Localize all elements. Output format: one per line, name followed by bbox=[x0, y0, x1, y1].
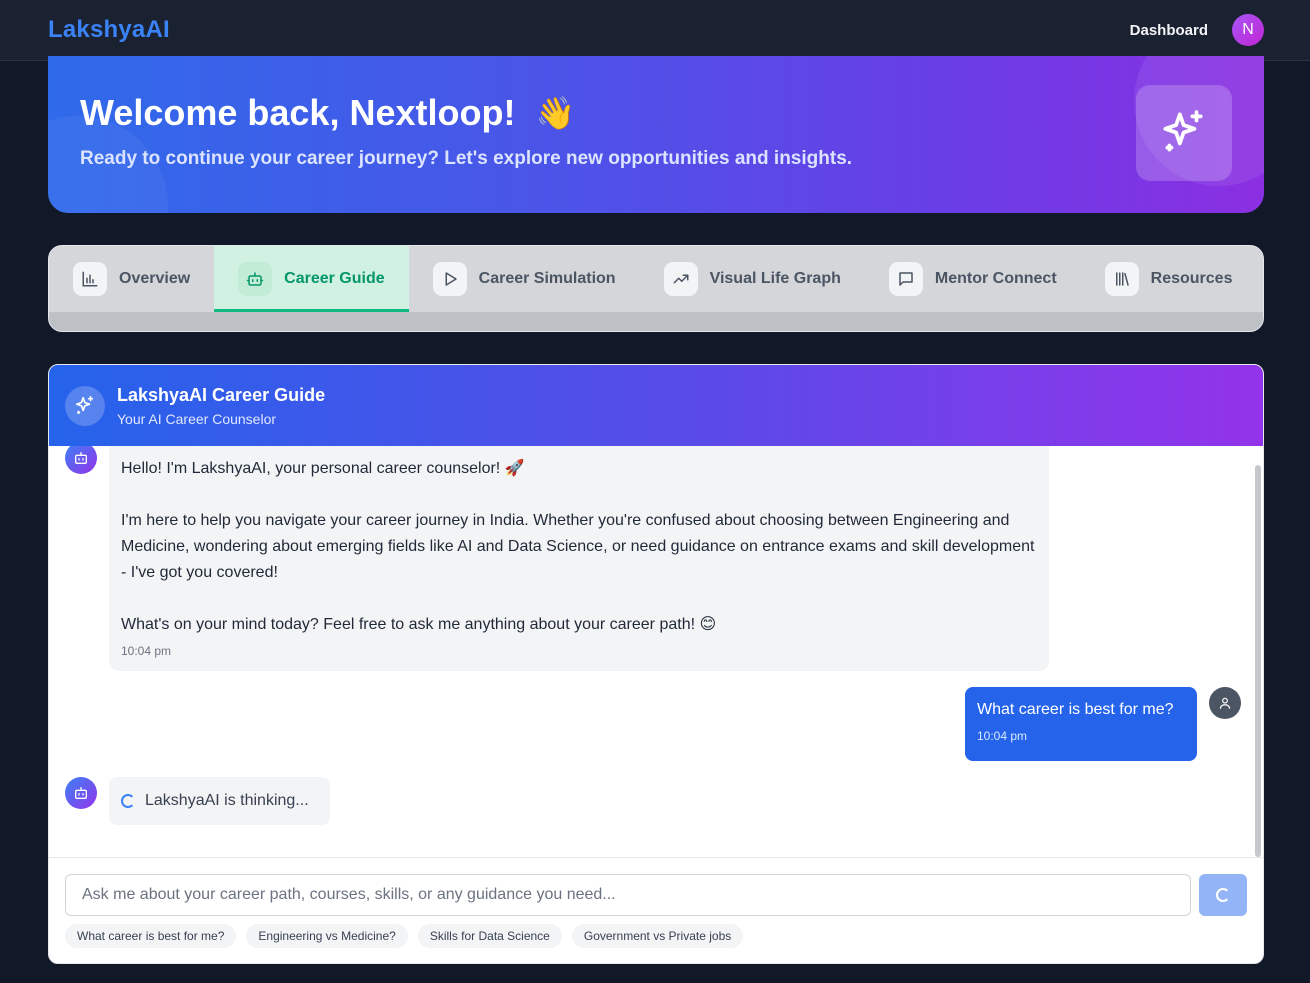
chat-header: LakshyaAI Career Guide Your AI Career Co… bbox=[49, 365, 1263, 446]
trending-up-icon bbox=[663, 262, 698, 296]
thinking-indicator: LakshyaAI is thinking... bbox=[109, 777, 330, 825]
message-square-icon bbox=[888, 262, 923, 296]
message-timestamp: 10:04 pm bbox=[977, 729, 1028, 743]
chat-composer: What career is best for me? Engineering … bbox=[49, 857, 1263, 963]
message-text: I'm here to help you navigate your caree… bbox=[121, 512, 1035, 581]
tab-mentor-connect[interactable]: Mentor Connect bbox=[865, 246, 1081, 312]
bot-icon bbox=[238, 262, 273, 296]
message-list[interactable]: Hello! I'm LakshyaAI, your personal care… bbox=[49, 446, 1263, 857]
nav-right: Dashboard N bbox=[1130, 14, 1264, 46]
sparkles-icon bbox=[1136, 85, 1232, 181]
top-navbar: LakshyaAI Dashboard N bbox=[0, 0, 1310, 61]
chat-title: LakshyaAI Career Guide bbox=[117, 384, 326, 405]
suggestion-chip[interactable]: Government vs Private jobs bbox=[571, 924, 744, 948]
bot-icon bbox=[65, 446, 97, 474]
tab-label: Mentor Connect bbox=[934, 270, 1057, 287]
bot-icon bbox=[65, 777, 97, 809]
suggestion-chip[interactable]: Engineering vs Medicine? bbox=[246, 924, 408, 948]
tab-label: Career Guide bbox=[284, 270, 385, 287]
thinking-text: LakshyaAI is thinking... bbox=[145, 792, 309, 809]
tab-visual-life-graph[interactable]: Visual Life Graph bbox=[640, 246, 865, 312]
loading-spinner-icon bbox=[1216, 888, 1230, 902]
user-avatar[interactable]: N bbox=[1232, 14, 1264, 46]
tab-overview[interactable]: Overview bbox=[49, 246, 214, 312]
suggestion-chips: What career is best for me? Engineering … bbox=[65, 924, 744, 948]
chat-subtitle: Your AI Career Counselor bbox=[117, 410, 277, 427]
welcome-subtitle: Ready to continue your career journey? L… bbox=[80, 148, 853, 169]
chat-header-text: LakshyaAI Career Guide Your AI Career Co… bbox=[117, 385, 325, 427]
message-text: Hello! I'm LakshyaAI, your personal care… bbox=[121, 460, 525, 477]
chat-input[interactable] bbox=[65, 874, 1191, 916]
tab-career-simulation[interactable]: Career Simulation bbox=[409, 246, 640, 312]
tab-label: Resources bbox=[1150, 270, 1233, 287]
chat-scrollbar[interactable] bbox=[1255, 465, 1261, 857]
wave-emoji: 👋 bbox=[535, 95, 576, 131]
suggestion-chip[interactable]: What career is best for me? bbox=[65, 924, 237, 948]
welcome-title: Welcome back, Nextloop! 👋 bbox=[80, 92, 575, 134]
welcome-banner: Welcome back, Nextloop! 👋 Ready to conti… bbox=[48, 56, 1264, 213]
tab-career-guide[interactable]: Career Guide bbox=[214, 246, 410, 312]
send-button[interactable] bbox=[1199, 874, 1247, 916]
tab-resources[interactable]: Resources bbox=[1081, 246, 1257, 312]
bar-chart-icon bbox=[73, 262, 107, 296]
tab-row: Overview Career Guide Career Simulation … bbox=[49, 246, 1263, 312]
career-guide-chat: LakshyaAI Career Guide Your AI Career Co… bbox=[48, 364, 1264, 964]
message-timestamp: 10:04 pm bbox=[121, 644, 172, 658]
suggestion-chip[interactable]: Skills for Data Science bbox=[417, 924, 562, 948]
welcome-title-text: Welcome back, Nextloop! bbox=[80, 92, 516, 133]
play-icon bbox=[432, 262, 467, 296]
library-icon bbox=[1104, 262, 1139, 296]
tab-label: Career Simulation bbox=[478, 270, 616, 287]
sparkles-icon bbox=[65, 385, 105, 426]
app-logo[interactable]: LakshyaAI bbox=[48, 16, 170, 44]
user-message: What career is best for me? 10:04 pm bbox=[965, 687, 1197, 761]
message-text: What career is best for me? bbox=[977, 701, 1174, 718]
loading-spinner-icon bbox=[121, 794, 135, 808]
message-text: What's on your mind today? Feel free to … bbox=[121, 616, 717, 633]
bot-message: Hello! I'm LakshyaAI, your personal care… bbox=[109, 446, 1049, 671]
tab-label: Visual Life Graph bbox=[709, 270, 841, 287]
main-tabs: Overview Career Guide Career Simulation … bbox=[48, 245, 1264, 332]
dashboard-link[interactable]: Dashboard bbox=[1130, 22, 1208, 39]
tab-label: Overview bbox=[119, 270, 191, 287]
tabs-scroll-track[interactable] bbox=[49, 312, 1263, 331]
user-icon bbox=[1209, 687, 1241, 719]
